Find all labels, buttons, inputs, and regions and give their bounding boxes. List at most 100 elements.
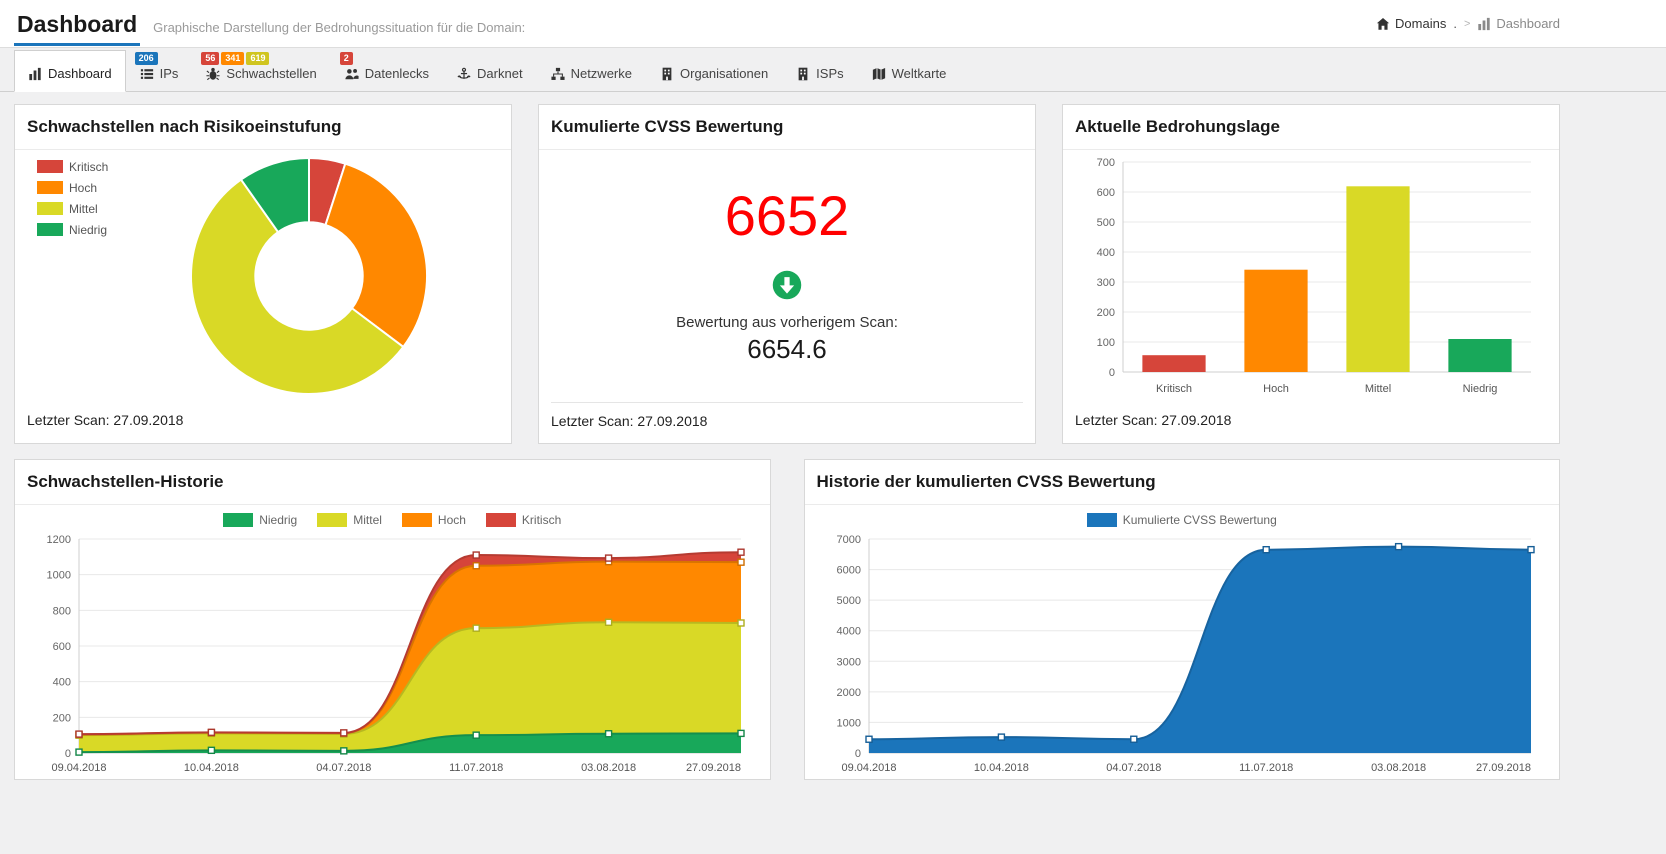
svg-text:100: 100 (1097, 337, 1115, 349)
legend-label: Mittel (353, 513, 382, 527)
svg-text:600: 600 (1097, 187, 1115, 199)
building-icon (796, 67, 810, 81)
tab-schwachstellen[interactable]: 56 341 619 Schwachstellen (192, 50, 330, 92)
svg-text:04.07.2018: 04.07.2018 (1106, 762, 1161, 774)
cvss-body: 6652 Bewertung aus vorherigem Scan: 6654… (539, 150, 1035, 402)
card-title: Schwachstellen-Historie (15, 460, 770, 505)
tab-badges: 56 341 619 (201, 52, 270, 65)
tab-netzwerke[interactable]: Netzwerke (537, 50, 646, 92)
history-stacked-area-chart: 0 200 400 600 800 1000 1200 09.04.2018 10.04.201… (47, 534, 745, 774)
breadcrumb-separator: > (1463, 17, 1471, 30)
svg-text:Kritisch: Kritisch (1156, 383, 1192, 395)
cvss-previous-label: Bewertung aus vorherigem Scan: (676, 313, 898, 331)
list-icon (140, 67, 154, 81)
threat-bar-chart: 0 100 200 300 400 500 600 700 Kritisch Hoch Mittel… (1097, 157, 1531, 395)
tab-label: Schwachstellen (226, 66, 317, 81)
map-icon (872, 67, 886, 81)
tab-ips[interactable]: 206 IPs (126, 50, 193, 92)
last-scan-label: Letzter Scan: 27.09.2018 (551, 413, 708, 429)
cvss-history-area-chart: 0 1000 2000 3000 4000 5000 6000 7000 09.04.2018 1… (836, 534, 1535, 774)
card-title: Aktuelle Bedrohungslage (1063, 105, 1559, 150)
svg-text:10.04.2018: 10.04.2018 (973, 762, 1028, 774)
svg-text:Niedrig: Niedrig (69, 223, 107, 237)
home-icon (1376, 17, 1390, 31)
tab-label: IPs (159, 66, 179, 81)
legend-color-box (401, 513, 432, 527)
breadcrumb-domain-dot: . (1453, 16, 1457, 31)
svg-text:5000: 5000 (836, 595, 860, 607)
legend-color-box (1086, 513, 1117, 527)
tab-label: Datenlecks (364, 66, 430, 81)
title-wrap: Dashboard Graphische Darstellung der Bed… (14, 5, 525, 47)
tab-label: Organisationen (680, 66, 769, 81)
svg-text:1000: 1000 (47, 570, 71, 582)
page-title: Dashboard (14, 5, 141, 46)
svg-text:200: 200 (53, 712, 71, 724)
svg-text:11.07.2018: 11.07.2018 (449, 762, 503, 774)
tab-dashboard[interactable]: Dashboard (14, 50, 126, 92)
card-title: Schwachstellen nach Risikoeinstufung (15, 105, 511, 150)
last-scan-label: Letzter Scan: 27.09.2018 (27, 412, 184, 428)
legend-item[interactable]: Hoch (401, 513, 466, 527)
tab-badge: 56 (201, 52, 220, 65)
page-subtitle: Graphische Darstellung der Bedrohungssit… (153, 20, 526, 35)
tab-organisationen[interactable]: Organisationen (646, 50, 782, 92)
svg-text:800: 800 (53, 605, 71, 617)
tab-bar: Dashboard 206 IPs 56 341 619 Schwachstelle… (0, 48, 1666, 92)
breadcrumb: Domains . > Dashboard (1376, 16, 1560, 31)
tab-badges: 206 (134, 52, 158, 65)
card-threat-level: Aktuelle Bedrohungslage 0 100 200 300 400 500… (1062, 104, 1560, 444)
users-icon (345, 67, 359, 81)
tab-label: Weltkarte (891, 66, 947, 81)
tab-badge: 206 (134, 52, 158, 65)
legend-label: Hoch (437, 513, 466, 527)
svg-text:2000: 2000 (836, 687, 860, 699)
cvss-value: 6652 (724, 183, 850, 247)
main-content: Schwachstellen nach Risikoeinstufung Kri… (14, 104, 1560, 780)
tab-darknet[interactable]: Darknet (443, 50, 537, 92)
last-scan-label: Letzter Scan: 27.09.2018 (1075, 412, 1232, 428)
svg-text:Kritisch: Kritisch (69, 160, 108, 174)
svg-text:1200: 1200 (47, 534, 71, 546)
legend-item[interactable]: Kumulierte CVSS Bewertung (1086, 513, 1277, 527)
svg-text:600: 600 (53, 641, 71, 653)
breadcrumb-domains[interactable]: Domains (1376, 16, 1446, 31)
legend-color-box (485, 513, 516, 527)
tab-label: Netzwerke (570, 66, 632, 81)
bar-chart-icon (1477, 17, 1491, 31)
svg-text:04.07.2018: 04.07.2018 (316, 762, 371, 774)
cvss-history-chart-legend: Kumulierte CVSS Bewertung (805, 513, 1560, 527)
svg-text:400: 400 (53, 677, 71, 689)
legend-color-box (223, 513, 254, 527)
arrow-down-circle-icon (772, 270, 802, 300)
svg-text:09.04.2018: 09.04.2018 (841, 762, 896, 774)
bottom-card-row: Schwachstellen-Historie Niedrig Mittel Hoc… (14, 459, 1560, 780)
legend-item[interactable]: Mittel (317, 513, 382, 527)
svg-text:Hoch: Hoch (69, 181, 97, 195)
svg-text:09.04.2018: 09.04.2018 (51, 762, 106, 774)
svg-text:Hoch: Hoch (1263, 383, 1289, 395)
svg-text:0: 0 (65, 748, 71, 760)
svg-text:0: 0 (854, 748, 860, 760)
svg-text:1000: 1000 (836, 717, 860, 729)
tab-badge: 2 (339, 52, 353, 65)
card-vulnerability-history: Schwachstellen-Historie Niedrig Mittel Hoc… (14, 459, 771, 780)
svg-text:03.08.2018: 03.08.2018 (581, 762, 636, 774)
tab-weltkarte[interactable]: Weltkarte (858, 50, 961, 92)
breadcrumb-dashboard[interactable]: Dashboard (1477, 16, 1560, 31)
cvss-previous-value: 6654.6 (747, 333, 827, 364)
tab-isps[interactable]: ISPs (782, 50, 857, 92)
bug-icon (206, 67, 220, 81)
top-card-row: Schwachstellen nach Risikoeinstufung Kri… (14, 104, 1560, 444)
tab-datenlecks[interactable]: 2 Datenlecks (331, 50, 443, 92)
building-icon (660, 67, 674, 81)
tab-label: Darknet (477, 66, 523, 81)
svg-text:0: 0 (1109, 367, 1115, 379)
svg-text:11.07.2018: 11.07.2018 (1239, 762, 1293, 774)
svg-text:300: 300 (1097, 277, 1115, 289)
svg-text:4000: 4000 (836, 626, 860, 638)
anchor-icon (457, 67, 471, 81)
legend-item[interactable]: Kritisch (485, 513, 561, 527)
legend-item[interactable]: Niedrig (223, 513, 297, 527)
svg-text:400: 400 (1097, 247, 1115, 259)
